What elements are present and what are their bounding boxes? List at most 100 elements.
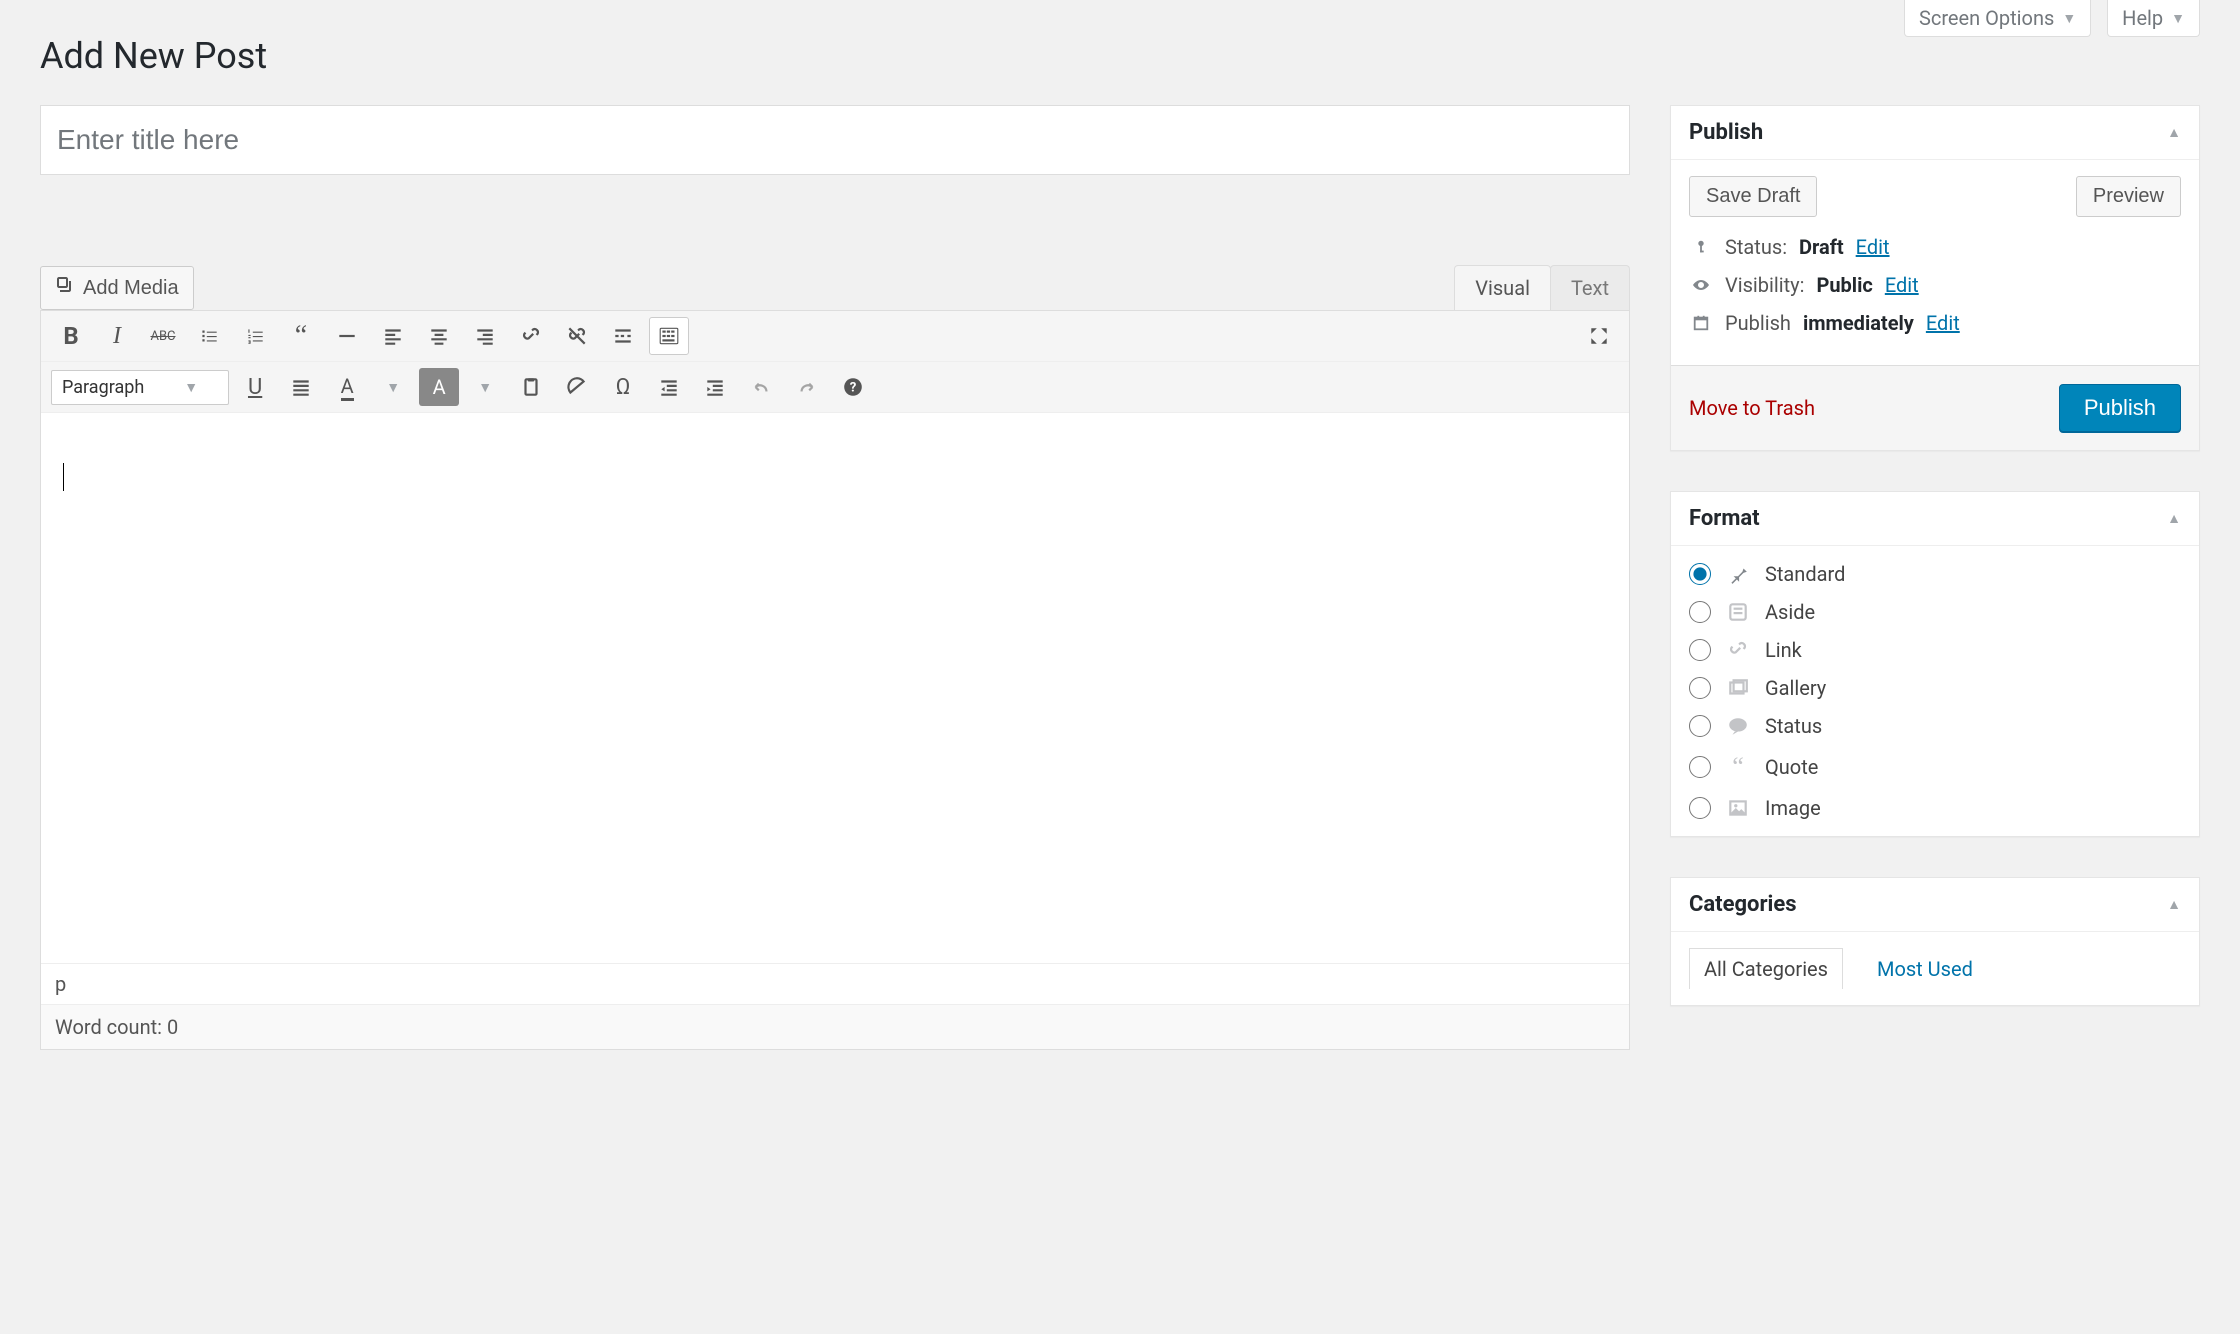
- publish-heading: Publish: [1689, 120, 1763, 145]
- format-option-aside[interactable]: Aside: [1689, 600, 2181, 624]
- paragraph-format-select[interactable]: Paragraph ▼: [51, 370, 229, 405]
- format-option-image[interactable]: Image: [1689, 796, 2181, 820]
- read-more-button[interactable]: [603, 317, 643, 355]
- edit-status-link[interactable]: Edit: [1856, 235, 1890, 259]
- screen-options-label: Screen Options: [1919, 6, 2054, 30]
- format-label: Link: [1765, 638, 1802, 662]
- element-path: p: [41, 963, 1629, 1004]
- italic-button[interactable]: I: [97, 317, 137, 355]
- status-value: Draft: [1799, 235, 1844, 259]
- collapse-toggle-icon[interactable]: ▲: [2167, 896, 2181, 913]
- undo-button[interactable]: [741, 368, 781, 406]
- background-color-button[interactable]: A: [419, 368, 459, 406]
- format-radio-image[interactable]: [1689, 797, 1711, 819]
- tab-visual[interactable]: Visual: [1454, 265, 1551, 310]
- format-radio-link[interactable]: [1689, 639, 1711, 661]
- paste-text-button[interactable]: [511, 368, 551, 406]
- format-option-quote[interactable]: “ Quote: [1689, 752, 2181, 782]
- tab-all-categories[interactable]: All Categories: [1689, 948, 1843, 989]
- quote-icon: “: [1725, 752, 1751, 782]
- categories-box: Categories ▲ All Categories Most Used: [1670, 877, 2200, 1006]
- format-option-link[interactable]: Link: [1689, 638, 2181, 662]
- editor-container: B I ABC “: [40, 310, 1630, 1050]
- horizontal-rule-button[interactable]: [327, 317, 367, 355]
- screen-options-button[interactable]: Screen Options ▼: [1904, 0, 2091, 37]
- toolbar-toggle-button[interactable]: [649, 317, 689, 355]
- underline-button[interactable]: U: [235, 368, 275, 406]
- chevron-down-icon: ▼: [2171, 10, 2185, 27]
- unlink-button[interactable]: [557, 317, 597, 355]
- format-label: Gallery: [1765, 676, 1826, 700]
- word-count: Word count: 0: [41, 1004, 1629, 1049]
- move-to-trash-link[interactable]: Move to Trash: [1689, 396, 1815, 420]
- format-option-status[interactable]: Status: [1689, 714, 2181, 738]
- publish-button[interactable]: Publish: [2059, 384, 2181, 432]
- visibility-value: Public: [1816, 273, 1872, 297]
- justify-button[interactable]: [281, 368, 321, 406]
- key-icon: [1689, 238, 1713, 256]
- clear-formatting-button[interactable]: [557, 368, 597, 406]
- format-radio-standard[interactable]: [1689, 563, 1711, 585]
- fullscreen-button[interactable]: [1579, 317, 1619, 355]
- toolbar-row-1: B I ABC “: [41, 311, 1629, 362]
- content-editor[interactable]: [41, 413, 1629, 963]
- strikethrough-button[interactable]: ABC: [143, 317, 183, 355]
- pushpin-icon: [1725, 563, 1751, 585]
- redo-button[interactable]: [787, 368, 827, 406]
- link-button[interactable]: [511, 317, 551, 355]
- chevron-down-icon: ▼: [2062, 10, 2076, 27]
- collapse-toggle-icon[interactable]: ▲: [2167, 510, 2181, 527]
- text-color-dropdown[interactable]: ▼: [373, 368, 413, 406]
- format-radio-gallery[interactable]: [1689, 677, 1711, 699]
- media-icon: [55, 275, 75, 301]
- preview-button[interactable]: Preview: [2076, 176, 2181, 217]
- post-title-input[interactable]: [40, 105, 1630, 175]
- format-radio-quote[interactable]: [1689, 756, 1711, 778]
- text-cursor: [63, 463, 64, 491]
- background-color-dropdown[interactable]: ▼: [465, 368, 505, 406]
- format-box: Format ▲ Standard Aside: [1670, 491, 2200, 837]
- format-label: Image: [1765, 796, 1821, 820]
- align-left-button[interactable]: [373, 317, 413, 355]
- help-button[interactable]: Help ▼: [2107, 0, 2200, 37]
- special-character-button[interactable]: Ω: [603, 368, 643, 406]
- format-label: Aside: [1765, 600, 1815, 624]
- save-draft-button[interactable]: Save Draft: [1689, 176, 1817, 217]
- toolbar-row-2: Paragraph ▼ U A ▼ A ▼ Ω ?: [41, 362, 1629, 413]
- visibility-label: Visibility:: [1725, 273, 1804, 297]
- format-label: Quote: [1765, 755, 1818, 779]
- bold-button[interactable]: B: [51, 317, 91, 355]
- align-center-button[interactable]: [419, 317, 459, 355]
- indent-button[interactable]: [695, 368, 735, 406]
- format-option-gallery[interactable]: Gallery: [1689, 676, 2181, 700]
- image-icon: [1725, 797, 1751, 819]
- align-right-button[interactable]: [465, 317, 505, 355]
- publish-time-label: Publish: [1725, 311, 1791, 335]
- text-color-button[interactable]: A: [327, 368, 367, 406]
- status-label: Status:: [1725, 235, 1787, 259]
- link-icon: [1725, 639, 1751, 661]
- format-radio-aside[interactable]: [1689, 601, 1711, 623]
- blockquote-button[interactable]: “: [281, 317, 321, 355]
- format-option-standard[interactable]: Standard: [1689, 562, 2181, 586]
- add-media-label: Add Media: [83, 277, 179, 300]
- numbered-list-button[interactable]: [235, 317, 275, 355]
- help-label: Help: [2122, 6, 2163, 30]
- chevron-down-icon: ▼: [184, 379, 198, 396]
- publish-box: Publish ▲ Save Draft Preview Status: Dra…: [1670, 105, 2200, 451]
- collapse-toggle-icon[interactable]: ▲: [2167, 124, 2181, 141]
- svg-text:?: ?: [850, 380, 857, 395]
- edit-visibility-link[interactable]: Edit: [1885, 273, 1919, 297]
- bullet-list-button[interactable]: [189, 317, 229, 355]
- add-media-button[interactable]: Add Media: [40, 266, 194, 310]
- format-label: Status: [1765, 714, 1822, 738]
- format-radio-status[interactable]: [1689, 715, 1711, 737]
- edit-publish-time-link[interactable]: Edit: [1926, 311, 1960, 335]
- tab-text[interactable]: Text: [1550, 265, 1630, 310]
- eye-icon: [1689, 275, 1713, 295]
- page-title: Add New Post: [40, 0, 2200, 77]
- tab-most-used[interactable]: Most Used: [1863, 949, 1987, 989]
- gallery-icon: [1725, 677, 1751, 699]
- outdent-button[interactable]: [649, 368, 689, 406]
- help-button-toolbar[interactable]: ?: [833, 368, 873, 406]
